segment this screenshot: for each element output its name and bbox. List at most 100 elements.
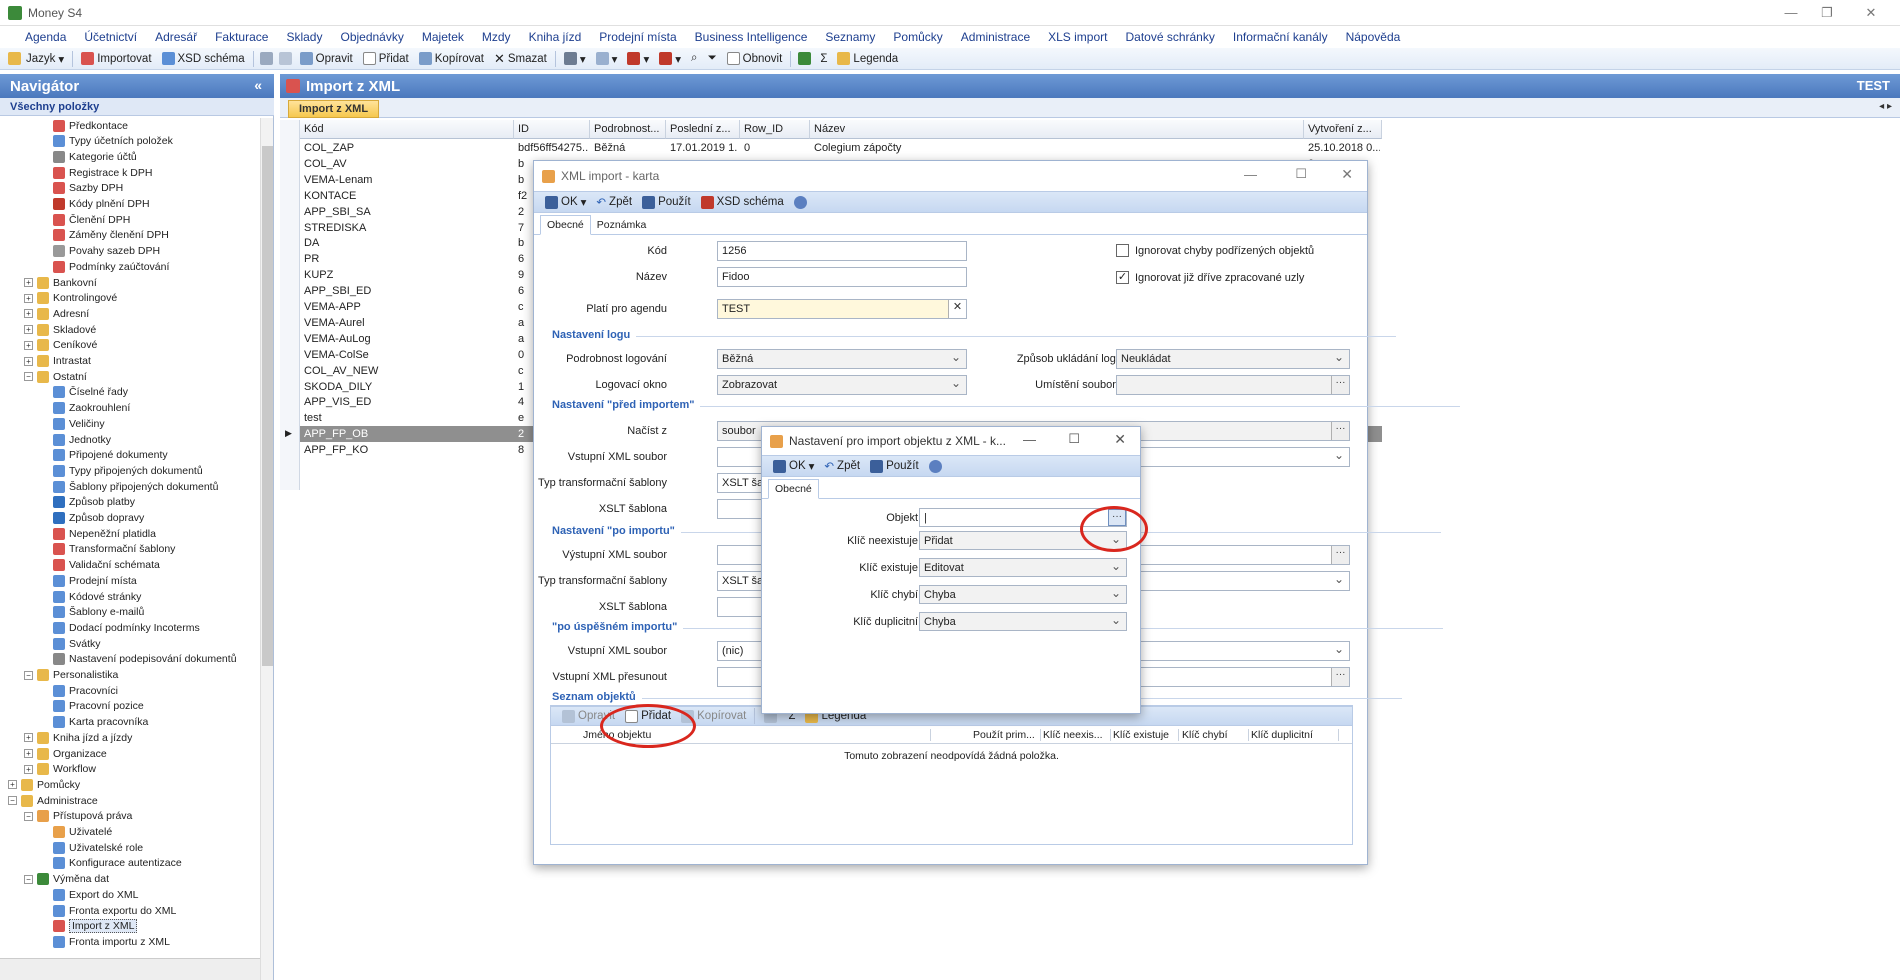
dialog2-tab-obecne[interactable]: Obecné — [768, 479, 819, 499]
tree-item[interactable]: Kategorie účtů — [40, 149, 137, 164]
menu-item-3[interactable]: Fakturace — [206, 30, 277, 44]
tree-item[interactable]: Nastavení podepisování dokumentů — [40, 652, 237, 667]
pouzit-button[interactable]: Použít — [637, 195, 696, 209]
menu-item-6[interactable]: Majetek — [413, 30, 473, 44]
object-list-column[interactable]: Klíč existuje — [1111, 729, 1179, 741]
layout-icon[interactable] — [8, 52, 21, 65]
browse-icon[interactable]: ··· — [1331, 376, 1349, 394]
expand-icon[interactable]: + — [24, 278, 33, 287]
tree-item[interactable]: − Administrace — [8, 793, 98, 808]
tree-item[interactable]: + Pomůcky — [8, 777, 80, 792]
dialog2-zpet-button[interactable]: ↶ Zpět — [819, 459, 865, 473]
tree-item[interactable]: Konfigurace autentizace — [40, 856, 182, 871]
tree-item[interactable]: + Workflow — [24, 762, 96, 777]
tree-item[interactable]: Číselné řady — [40, 385, 128, 400]
menu-item-5[interactable]: Objednávky — [331, 30, 412, 44]
podrobnost-select[interactable]: Běžná — [717, 349, 967, 369]
tree-item[interactable]: Předkontace — [40, 118, 128, 133]
smazat-button[interactable]: ✕ Smazat — [489, 51, 552, 67]
expand-icon[interactable]: − — [24, 811, 33, 821]
opravit-button[interactable]: Opravit — [295, 52, 358, 65]
tree-item[interactable]: Dodací podmínky Incoterms — [40, 620, 200, 635]
dialog-minimize-icon[interactable]: — — [1244, 167, 1257, 182]
expand-icon[interactable]: + — [24, 733, 33, 743]
tree-item[interactable]: + Adresní — [24, 306, 89, 321]
pridat-button[interactable]: Přidat — [358, 52, 414, 65]
tree-item[interactable]: + Organizace — [24, 746, 107, 761]
tree-item[interactable]: + Bankovní — [24, 275, 97, 290]
tree-item[interactable]: Uživatelé — [40, 825, 112, 840]
tree-item[interactable]: Prodejní místa — [40, 573, 137, 588]
nazev-input[interactable]: Fidoo — [717, 267, 967, 287]
zpusob-select[interactable]: Neukládat — [1116, 349, 1350, 369]
tree-item[interactable]: Transformační šablony — [40, 542, 175, 557]
tree-item[interactable]: + Kontrolingové — [24, 291, 117, 306]
object-list-column[interactable]: Použít prim... — [971, 729, 1041, 741]
expand-icon[interactable]: − — [24, 874, 33, 884]
ignore-processed-checkbox[interactable]: ✓ Ignorovat již dříve zpracované uzly — [1116, 271, 1304, 284]
tree-item[interactable]: + Kniha jízd a jízdy — [24, 730, 132, 745]
tree-item[interactable]: Sazby DPH — [40, 181, 123, 196]
xslt-input[interactable] — [717, 499, 767, 519]
grid-column-header[interactable]: Row_ID — [740, 120, 810, 139]
chybi-select[interactable]: Chyba — [919, 585, 1127, 604]
tree-item[interactable]: Typy připojených dokumentů — [40, 463, 203, 478]
tree-item[interactable]: + Ceníkové — [24, 338, 97, 353]
ex-select[interactable]: Editovat — [919, 558, 1127, 577]
tree-item[interactable]: + Skladové — [24, 322, 96, 337]
tree-item[interactable]: Šablony připojených dokumentů — [40, 479, 218, 494]
obnovit-button[interactable]: Obnovit — [722, 52, 788, 65]
jazyk-button[interactable]: Jazyk ▾ — [21, 52, 69, 66]
menu-item-0[interactable]: Agenda — [16, 30, 75, 44]
tree-item[interactable]: Svátky — [40, 636, 101, 651]
kod-input[interactable]: 1256 — [717, 241, 967, 261]
logokno-select[interactable]: Zobrazovat — [717, 375, 967, 395]
menu-item-2[interactable]: Adresář — [146, 30, 206, 44]
print-button[interactable]: ▾ — [559, 52, 591, 66]
dialog2-close-icon[interactable]: ✕ — [1114, 431, 1126, 448]
tree-item[interactable]: Pracovní pozice — [40, 699, 144, 714]
dialog2-pouzit-button[interactable]: Použít — [865, 459, 924, 473]
minimize-icon[interactable]: — — [1776, 4, 1806, 22]
menu-item-7[interactable]: Mzdy — [473, 30, 520, 44]
grid-column-header[interactable]: Název — [810, 120, 1304, 139]
object-list-column[interactable]: Klíč chybí — [1180, 729, 1249, 741]
help-button[interactable] — [789, 195, 812, 209]
tree-item[interactable]: − Ostatní — [24, 369, 87, 384]
tree-item[interactable]: Jednotky — [40, 432, 111, 447]
tree-item[interactable]: Povahy sazeb DPH — [40, 244, 160, 259]
tree-item[interactable]: − Výměna dat — [24, 872, 109, 887]
tree-item[interactable]: Způsob dopravy — [40, 511, 144, 526]
tree-item[interactable]: − Personalistika — [24, 668, 118, 683]
dialog-maximize-icon[interactable]: ☐ — [1295, 166, 1307, 182]
expand-icon[interactable]: + — [24, 309, 33, 319]
copy-icon[interactable] — [278, 52, 292, 65]
menu-item-10[interactable]: Business Intelligence — [686, 30, 817, 44]
xsd-schema-dialog-button[interactable]: XSD schéma — [696, 195, 789, 209]
tree-item[interactable]: Uživatelské role — [40, 840, 143, 855]
browse-icon[interactable]: ··· — [1331, 546, 1349, 564]
expand-icon[interactable]: − — [24, 670, 33, 680]
navigator-scrollbar[interactable] — [260, 118, 273, 980]
tree-item[interactable]: Šablony e-mailů — [40, 605, 144, 620]
menu-item-4[interactable]: Sklady — [277, 30, 331, 44]
tab-obecne[interactable]: Obecné — [540, 215, 591, 235]
menu-item-13[interactable]: Administrace — [952, 30, 1039, 44]
tree-item[interactable]: Karta pracovníka — [40, 715, 148, 730]
tree-item[interactable]: Záměny členění DPH — [40, 228, 169, 243]
tree-item[interactable]: Veličiny — [40, 416, 105, 431]
tab-scroll-arrows[interactable]: ◂ ▸ — [1879, 101, 1892, 112]
menu-item-1[interactable]: Účetnictví — [75, 30, 146, 44]
menu-item-16[interactable]: Informační kanály — [1224, 30, 1337, 44]
legenda-button[interactable]: Legenda — [832, 52, 903, 65]
tree-item[interactable]: Validační schémata — [40, 558, 160, 573]
xsd-schema-button[interactable]: XSD schéma — [157, 52, 250, 65]
tree-item[interactable]: Nepeněžní platidla — [40, 526, 156, 541]
expand-icon[interactable]: + — [24, 325, 33, 335]
object-list-column[interactable]: Klíč duplicitní — [1249, 729, 1339, 741]
tree-item[interactable]: Členění DPH — [40, 212, 130, 227]
collapse-navigator-icon[interactable]: « — [254, 77, 262, 93]
zpet-button[interactable]: ↶ Zpět — [591, 195, 637, 209]
menu-item-17[interactable]: Nápověda — [1337, 30, 1410, 44]
expand-icon[interactable]: + — [8, 780, 17, 790]
